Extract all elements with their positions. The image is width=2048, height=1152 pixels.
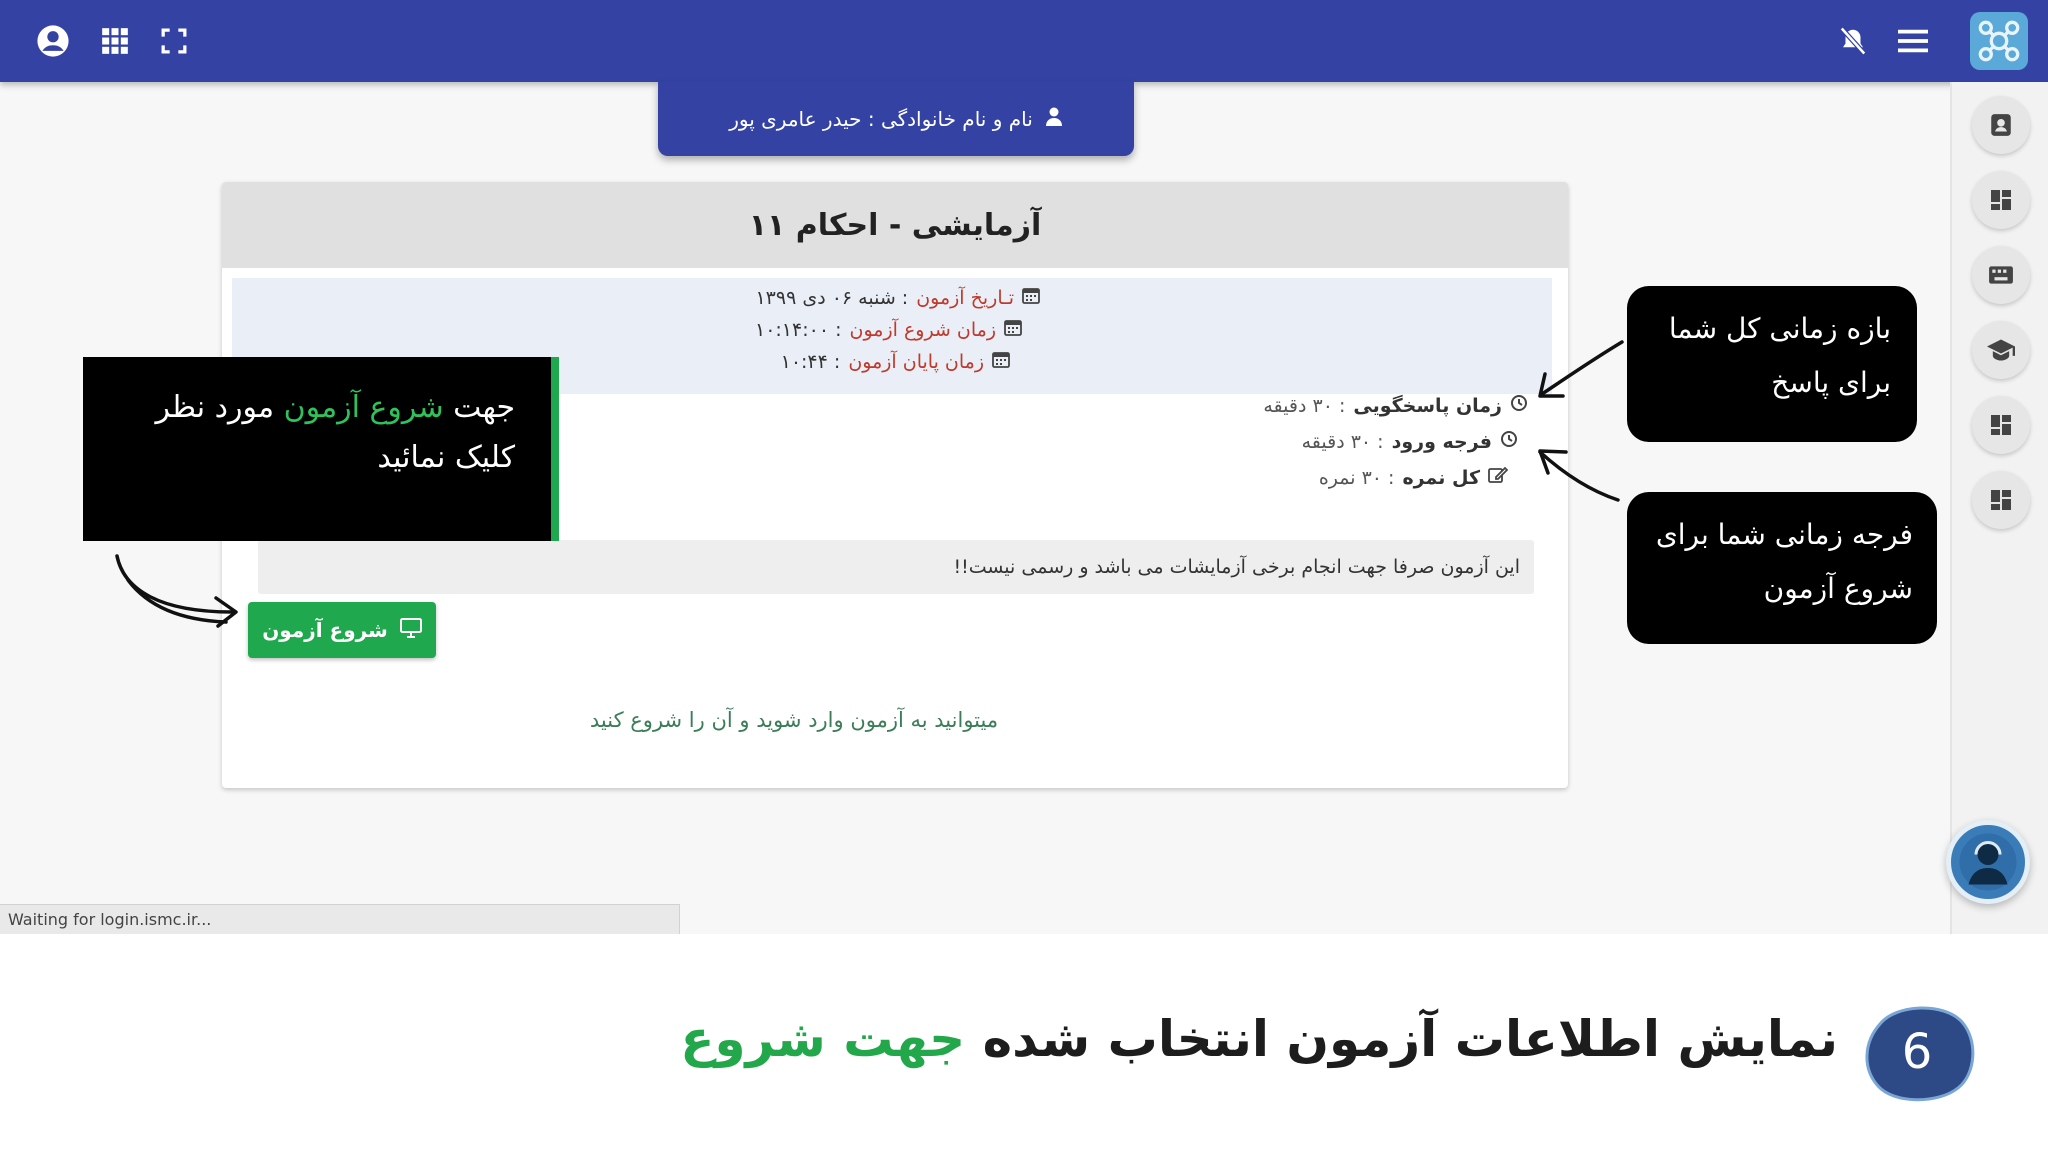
arrow-to-answer-time: [1540, 340, 1624, 396]
caption-highlight: جهت شروع: [680, 1010, 966, 1068]
annotation-arrows: [115, 340, 1624, 628]
arrow-to-start-button: [115, 554, 234, 614]
step-number: 6: [1902, 1024, 1933, 1080]
arrow-to-entry-window: [1538, 450, 1620, 502]
step-number-badge: 6: [1865, 1006, 1975, 1102]
caption-main: نمایش اطلاعات آزمون انتخاب شده: [982, 1010, 1838, 1068]
slide-caption: نمایش اطلاعات آزمون انتخاب شده جهت شروع: [680, 1010, 1838, 1068]
tutorial-slide: نام و نام خانوادگی : حیدر عامری پور آزما…: [0, 0, 2048, 1152]
